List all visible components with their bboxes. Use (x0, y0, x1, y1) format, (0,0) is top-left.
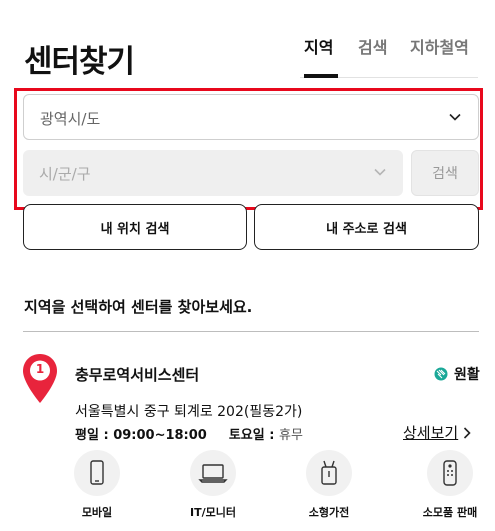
service-label: 모바일 (81, 506, 113, 519)
chevron-right-icon (464, 426, 471, 439)
status-label: 원활 (454, 367, 480, 383)
detail-link[interactable]: 상세보기 (403, 422, 472, 443)
weekday-label: 평일 (75, 428, 99, 443)
region-select[interactable]: 광역시/도 (23, 94, 479, 140)
center-name[interactable]: 충무로역서비스센터 (75, 364, 199, 385)
service-consumables: 소모품 판매 (410, 450, 490, 520)
detail-link-label: 상세보기 (403, 424, 459, 442)
page-title: 센터찾기 (24, 44, 135, 80)
service-label: 소모품 판매 (422, 506, 478, 519)
laptop-icon (190, 450, 236, 496)
active-tab-indicator (304, 74, 338, 78)
map-pin-icon (23, 354, 57, 403)
saturday-label: 토요일 (228, 428, 265, 443)
service-it-monitor: IT/모니터 (173, 450, 253, 520)
guide-text: 지역을 선택하여 센터를 찾아보세요. (24, 298, 253, 316)
small-appliance-icon (306, 450, 352, 496)
service-label: IT/모니터 (190, 506, 236, 519)
region-select-value: 광역시/도 (40, 110, 101, 128)
my-address-search-button[interactable]: 내 주소로 검색 (254, 204, 479, 250)
status-badge: 원활 (434, 364, 480, 384)
center-hours: 평일 : 09:00~18:00 토요일 : 휴무 (75, 428, 303, 443)
divider (23, 331, 479, 332)
district-select-value: 시/군/구 (39, 165, 91, 183)
service-small-appliance: 소형가전 (289, 450, 369, 520)
service-mobile: 모바일 (57, 450, 137, 520)
service-label: 소형가전 (308, 506, 350, 519)
center-address: 서울특별시 중구 퇴계로 202(필동2가) (75, 404, 303, 420)
chevron-down-icon (374, 168, 386, 176)
search-button[interactable]: 검색 (411, 150, 479, 196)
chevron-down-icon (449, 113, 461, 121)
remote-icon (427, 450, 473, 496)
saturday-hours: 휴무 (279, 428, 303, 443)
tab-bar: 지역 검색 지하철역 (300, 30, 478, 78)
tab-region[interactable]: 지역 (304, 34, 333, 58)
center-rank: 1 (35, 362, 45, 376)
tab-search[interactable]: 검색 (358, 34, 387, 58)
weekday-hours: 09:00~18:00 (113, 428, 207, 443)
my-location-search-button[interactable]: 내 위치 검색 (23, 204, 247, 250)
tab-subway[interactable]: 지하철역 (410, 34, 469, 58)
status-indicator-icon (434, 367, 448, 381)
mobile-icon (74, 450, 120, 496)
district-select[interactable]: 시/군/구 (23, 150, 403, 196)
